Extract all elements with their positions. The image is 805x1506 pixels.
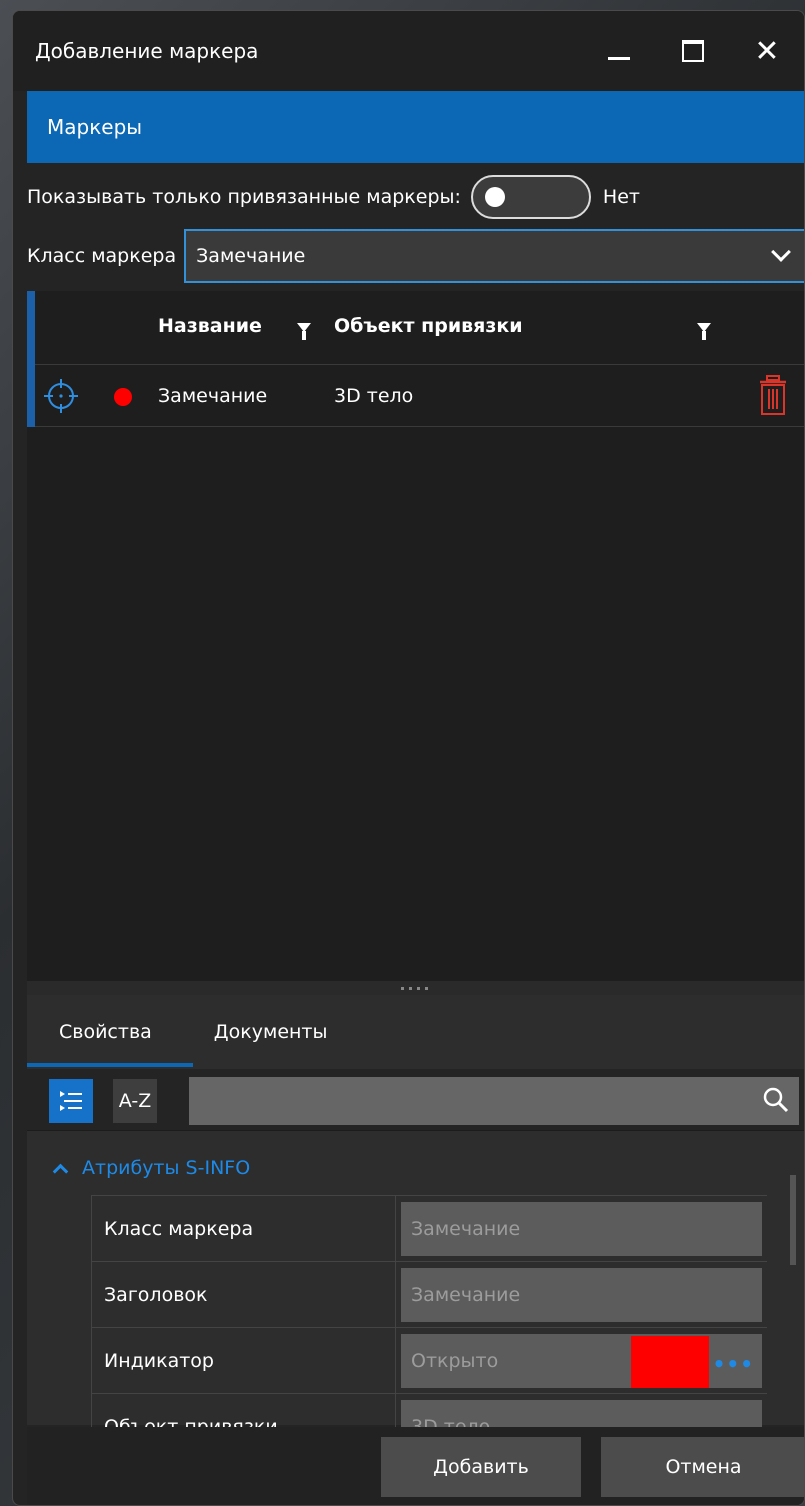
tab-documents[interactable]: Документы	[214, 995, 328, 1067]
group-header-sinfo[interactable]: Атрибуты S-INFO	[27, 1143, 804, 1193]
markers-section-header: Маркеры	[27, 91, 804, 163]
bound-only-toggle[interactable]	[470, 175, 591, 219]
marker-class-row: Класс маркера Замечание	[27, 229, 804, 283]
search-icon	[763, 1087, 789, 1113]
property-row: Индикатор Открыто •••	[91, 1328, 767, 1394]
column-header-name[interactable]: Название	[158, 315, 262, 337]
property-search-input[interactable]	[189, 1077, 799, 1125]
marker-class-value: Замечание	[196, 245, 306, 267]
maximize-icon[interactable]	[656, 11, 730, 91]
bound-markers-filter: Показывать только привязанные маркеры: Н…	[27, 171, 804, 223]
add-marker-dialog: Добавление маркера ✕ Маркеры Показывать …	[12, 10, 805, 1506]
cancel-button[interactable]: Отмена	[601, 1437, 804, 1497]
property-value[interactable]: Замечание	[401, 1267, 762, 1322]
property-label: Заголовок	[92, 1262, 396, 1327]
tree-list-icon[interactable]	[49, 1079, 93, 1123]
chevron-up-icon	[52, 1163, 69, 1179]
indicator-color-swatch[interactable]	[631, 1335, 709, 1388]
property-value-cell: Замечание	[396, 1196, 767, 1261]
property-value-cell: Открыто •••	[396, 1328, 767, 1393]
marker-class-select[interactable]: Замечание	[184, 229, 804, 283]
title-bar: Добавление маркера ✕	[13, 11, 804, 91]
marker-class-label: Класс маркера	[27, 245, 177, 267]
tab-bar: Свойства Документы	[27, 995, 804, 1067]
cell-bound-object: 3D тело	[334, 385, 414, 407]
minimize-icon[interactable]	[582, 11, 656, 91]
panel-splitter[interactable]	[27, 981, 804, 995]
chevron-down-icon	[771, 242, 791, 262]
window-title: Добавление маркера	[35, 39, 259, 63]
locate-target-icon[interactable]	[43, 378, 79, 414]
property-label: Индикатор	[92, 1328, 396, 1393]
tab-properties[interactable]: Свойства	[27, 995, 193, 1067]
close-icon[interactable]: ✕	[730, 11, 804, 91]
properties-scrollbar[interactable]	[790, 1175, 796, 1265]
name-filter-icon[interactable]	[297, 323, 311, 340]
splitter-grip	[400, 986, 433, 990]
property-label: Класс маркера	[92, 1196, 396, 1261]
property-grid: Класс маркера Замечание Заголовок Замеча…	[91, 1195, 767, 1460]
add-button[interactable]: Добавить	[381, 1437, 581, 1497]
table-row[interactable]: Замечание 3D тело	[35, 365, 804, 427]
indicator-text: Открыто	[411, 1349, 499, 1372]
toggle-knob	[484, 187, 505, 207]
properties-toolbar: A-Z	[27, 1069, 804, 1131]
row-selection-indicator	[27, 291, 35, 427]
grid-header: Название Объект привязки	[35, 291, 804, 365]
column-header-object[interactable]: Объект привязки	[334, 315, 523, 337]
object-filter-icon[interactable]	[697, 323, 711, 340]
property-value[interactable]: Замечание	[401, 1201, 762, 1256]
cell-marker-name: Замечание	[158, 385, 268, 407]
property-row: Заголовок Замечание	[91, 1262, 767, 1328]
more-options-button[interactable]: •••	[713, 1352, 754, 1376]
markers-grid: Название Объект привязки Замечание 3D те…	[27, 291, 804, 981]
section-title: Маркеры	[47, 115, 143, 139]
property-value-cell: Замечание	[396, 1262, 767, 1327]
toggle-state-text: Нет	[602, 186, 640, 208]
properties-panel: Свойства Документы A-Z Атрибуты S-INFO К…	[27, 995, 804, 1460]
sort-az-button[interactable]: A-Z	[113, 1079, 157, 1123]
filter-label: Показывать только привязанные маркеры:	[27, 186, 461, 208]
group-title: Атрибуты S-INFO	[82, 1157, 251, 1179]
property-row: Класс маркера Замечание	[91, 1196, 767, 1262]
dialog-footer: Добавить Отмена	[27, 1427, 804, 1505]
status-dot	[114, 388, 132, 406]
trash-icon[interactable]	[758, 375, 788, 415]
indicator-value[interactable]: Открыто •••	[401, 1333, 762, 1388]
